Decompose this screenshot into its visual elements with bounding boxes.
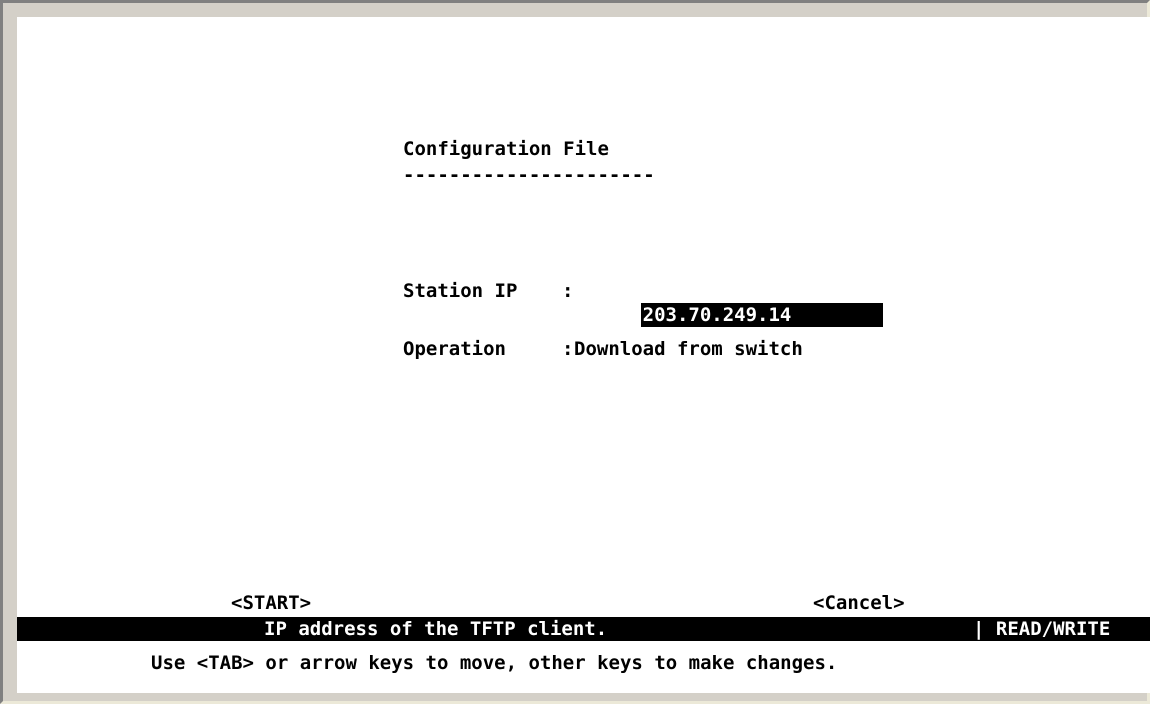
page-title: Configuration File <box>403 138 609 160</box>
terminal-screen: Configuration File ---------------------… <box>17 17 1150 693</box>
access-mode-indicator: | READ/WRITE <box>973 618 1111 640</box>
operation-label: Operation <box>403 338 506 360</box>
operation-separator: : <box>562 338 574 360</box>
status-bar: IP address of the TFTP client. | READ/WR… <box>17 617 1150 641</box>
navigation-hint: Use <TAB> or arrow keys to move, other k… <box>151 652 838 674</box>
field-help-text: IP address of the TFTP client. <box>264 618 608 640</box>
title-underline: ---------------------- <box>403 169 655 181</box>
terminal-window-frame: Configuration File ---------------------… <box>0 0 1150 704</box>
station-ip-input[interactable]: 203.70.249.14 <box>640 303 883 327</box>
start-button[interactable]: <START> <box>231 591 311 615</box>
cancel-button[interactable]: <Cancel> <box>813 591 905 615</box>
station-ip-label: Station IP <box>403 280 518 302</box>
operation-select[interactable]: Download from switch <box>574 337 803 361</box>
